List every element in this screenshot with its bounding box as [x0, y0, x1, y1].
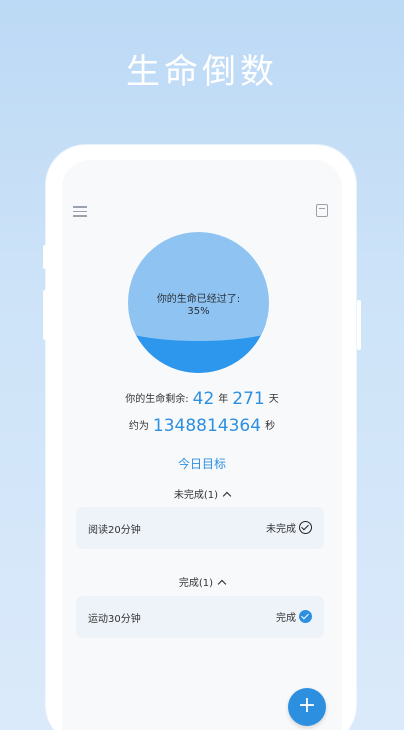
pending-goal-card[interactable]: 阅读20分钟 未完成 — [76, 507, 324, 549]
goal-status-label: 未完成 — [266, 524, 296, 535]
done-goal-card[interactable]: 运动30分钟 完成 — [76, 596, 324, 638]
pending-header-label: 未完成(1) — [173, 490, 219, 501]
passed-percent: 35% — [187, 306, 210, 317]
done-header-label: 完成(1) — [178, 578, 214, 589]
remain-years: 42 — [192, 389, 215, 409]
approx-label: 约为 — [128, 421, 149, 432]
passed-label: 你的生命已经过了: — [156, 294, 241, 305]
calendar-icon[interactable] — [316, 204, 328, 217]
hero-title: 生命倒数 — [126, 52, 278, 92]
days-unit: 天 — [268, 394, 279, 405]
remain-seconds: 1348814364 — [152, 416, 262, 436]
app-screen: 你的生命已经过了: 35% 你的生命剩余: 42 年 271 天 约为 134881436… — [62, 160, 342, 730]
today-goals-title[interactable]: 今日目标 — [62, 455, 342, 472]
life-progress-circle: 你的生命已经过了: 35% — [128, 232, 269, 373]
seconds-unit: 秒 — [265, 421, 276, 432]
remaining-row: 你的生命剩余: 42 年 271 天 — [62, 389, 342, 409]
remain-days: 271 — [232, 389, 265, 409]
chevron-up-icon — [222, 491, 232, 501]
phone-side-button — [357, 300, 361, 350]
menu-icon[interactable] — [73, 206, 87, 218]
remain-label: 你的生命剩余: — [125, 394, 189, 405]
goal-status-label: 完成 — [276, 613, 296, 624]
check-circle-outline-icon[interactable] — [299, 521, 312, 534]
check-circle-filled-icon[interactable] — [299, 610, 312, 623]
years-unit: 年 — [218, 394, 229, 405]
pending-section-header[interactable]: 未完成(1) — [62, 486, 342, 501]
goal-label: 运动30分钟 — [88, 614, 141, 625]
goal-status[interactable]: 完成 — [276, 609, 312, 624]
add-goal-button[interactable]: + — [288, 688, 326, 726]
done-section-header[interactable]: 完成(1) — [62, 574, 342, 589]
goal-status[interactable]: 未完成 — [266, 520, 312, 535]
goal-label: 阅读20分钟 — [88, 525, 141, 536]
seconds-row: 约为 1348814364 秒 — [62, 416, 342, 436]
chevron-up-icon — [217, 579, 227, 589]
